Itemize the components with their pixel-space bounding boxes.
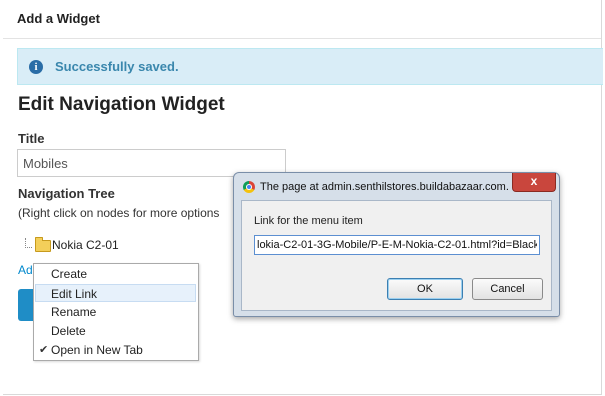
success-alert: i Successfully saved. [17,48,603,85]
menu-item-label: Create [51,267,88,281]
menu-item-open-in-new-tab[interactable]: ✔ Open in New Tab [35,341,196,359]
context-menu: Create Edit Link Rename Delete ✔ Open in… [33,263,199,361]
close-button[interactable]: x [512,173,556,192]
menu-item-label: Delete [51,324,86,338]
menu-item-rename[interactable]: Rename [35,303,196,321]
menu-item-label: Rename [51,305,97,319]
add-node-link[interactable]: Ad [18,263,33,277]
menu-item-label: Open in New Tab [51,343,143,357]
alert-message: Successfully saved. [55,59,179,74]
menu-link-input[interactable] [254,235,540,255]
navigation-tree-hint: (Right click on nodes for more options [18,206,220,220]
ok-button[interactable]: OK [387,278,463,300]
tree-connector [25,238,32,248]
chrome-icon [243,181,255,193]
dialog-body: Link for the menu item OK Cancel [241,200,552,311]
menu-item-label: Edit Link [51,287,98,301]
dialog-label: Link for the menu item [254,215,363,227]
panel-header: Add a Widget [3,0,601,39]
menu-item-edit-link[interactable]: Edit Link [35,284,196,302]
page-title: Edit Navigation Widget [18,94,225,115]
menu-item-delete[interactable]: Delete [35,322,196,340]
prompt-dialog: The page at admin.senthilstores.buildaba… [233,172,560,317]
title-label: Title [18,131,45,146]
checkmark-icon: ✔ [39,344,49,356]
folder-icon [35,237,51,252]
info-icon: i [29,60,43,74]
navigation-tree-label: Navigation Tree [18,186,115,201]
panel-title: Add a Widget [17,11,100,26]
menu-item-create[interactable]: Create [35,265,196,283]
tree-node-nokia-c2-01[interactable]: Nokia C2-01 [52,238,119,252]
cancel-button[interactable]: Cancel [472,278,543,300]
dialog-title: The page at admin.senthilstores.buildaba… [260,181,508,193]
